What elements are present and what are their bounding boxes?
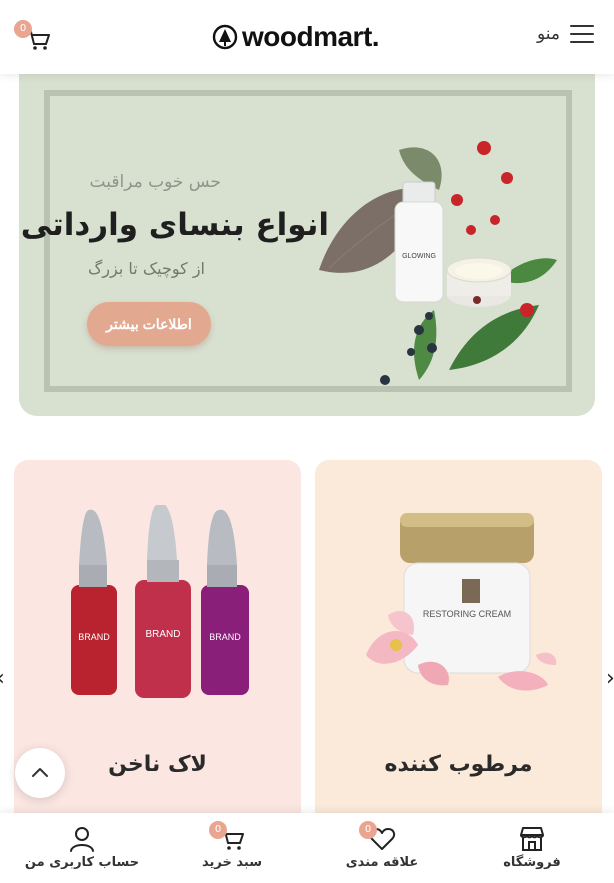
menu-button[interactable]: منو <box>537 24 594 44</box>
hero-description: از کوچیک تا بزرگ <box>87 259 205 278</box>
hero-subtitle: حس خوب مراقبت <box>89 172 221 192</box>
jar-label: RESTORING CREAM <box>423 609 511 619</box>
header-cart-button[interactable]: 0 <box>14 20 54 54</box>
user-icon <box>70 827 94 852</box>
category-title-moisturizer: مرطوب کننده <box>384 752 533 777</box>
bottle-label-3: BRAND <box>209 632 241 642</box>
hero-title: انواع بنسای وارداتی <box>20 207 329 243</box>
nail-polish-image: BRAND BRAND BRAND <box>71 505 249 698</box>
nav-label-my-account: حساب کاربری من <box>24 855 140 870</box>
nav-wishlist[interactable]: 0 علاقه مندی <box>307 813 457 883</box>
logo-tree-icon <box>212 24 238 50</box>
nav-shop[interactable]: فروشگاه <box>457 813 607 883</box>
moisturizer-image: RESTORING CREAM <box>366 513 557 691</box>
hero-banner: حس خوب مراقبت انواع بنسای وارداتی از کوچ… <box>19 70 595 416</box>
menu-label: منو <box>536 24 560 44</box>
shop-icon <box>520 827 544 851</box>
logo-text: woodmart. <box>242 21 380 52</box>
bottle-label-2: BRAND <box>145 629 180 640</box>
bottle-label-1: BRAND <box>78 632 110 642</box>
nav-label-cart: سبد خرید <box>202 855 262 870</box>
nav-my-account[interactable]: حساب کاربری من <box>7 813 157 883</box>
carousel-next-arrow[interactable]: › <box>606 666 614 691</box>
hero-product-image: GLOWING <box>319 141 557 385</box>
bottle-label: GLOWING <box>402 253 436 260</box>
chevron-up-icon <box>32 768 48 777</box>
bottom-navigation: حساب کاربری من 0 سبد خرید 0 علاقه مندی ف… <box>0 813 614 883</box>
more-info-button[interactable]: اطلاعات بیشتر <box>87 302 211 346</box>
cart-count-badge: 0 <box>209 821 227 839</box>
wishlist-count-badge: 0 <box>359 821 377 839</box>
scroll-to-top-button[interactable] <box>15 748 65 798</box>
nav-cart[interactable]: 0 سبد خرید <box>157 813 307 883</box>
nav-label-shop: فروشگاه <box>503 855 561 870</box>
category-card-moisturizer[interactable]: RESTORING CREAM مرطوب کننده <box>315 460 602 830</box>
carousel-prev-arrow[interactable]: ‹ <box>0 666 5 691</box>
nav-label-wishlist: علاقه مندی <box>345 855 419 870</box>
site-logo[interactable]: woodmart. <box>212 20 380 54</box>
site-header: 0 woodmart. منو <box>0 0 614 74</box>
hamburger-icon <box>570 25 594 43</box>
cart-count-badge: 0 <box>14 20 32 38</box>
